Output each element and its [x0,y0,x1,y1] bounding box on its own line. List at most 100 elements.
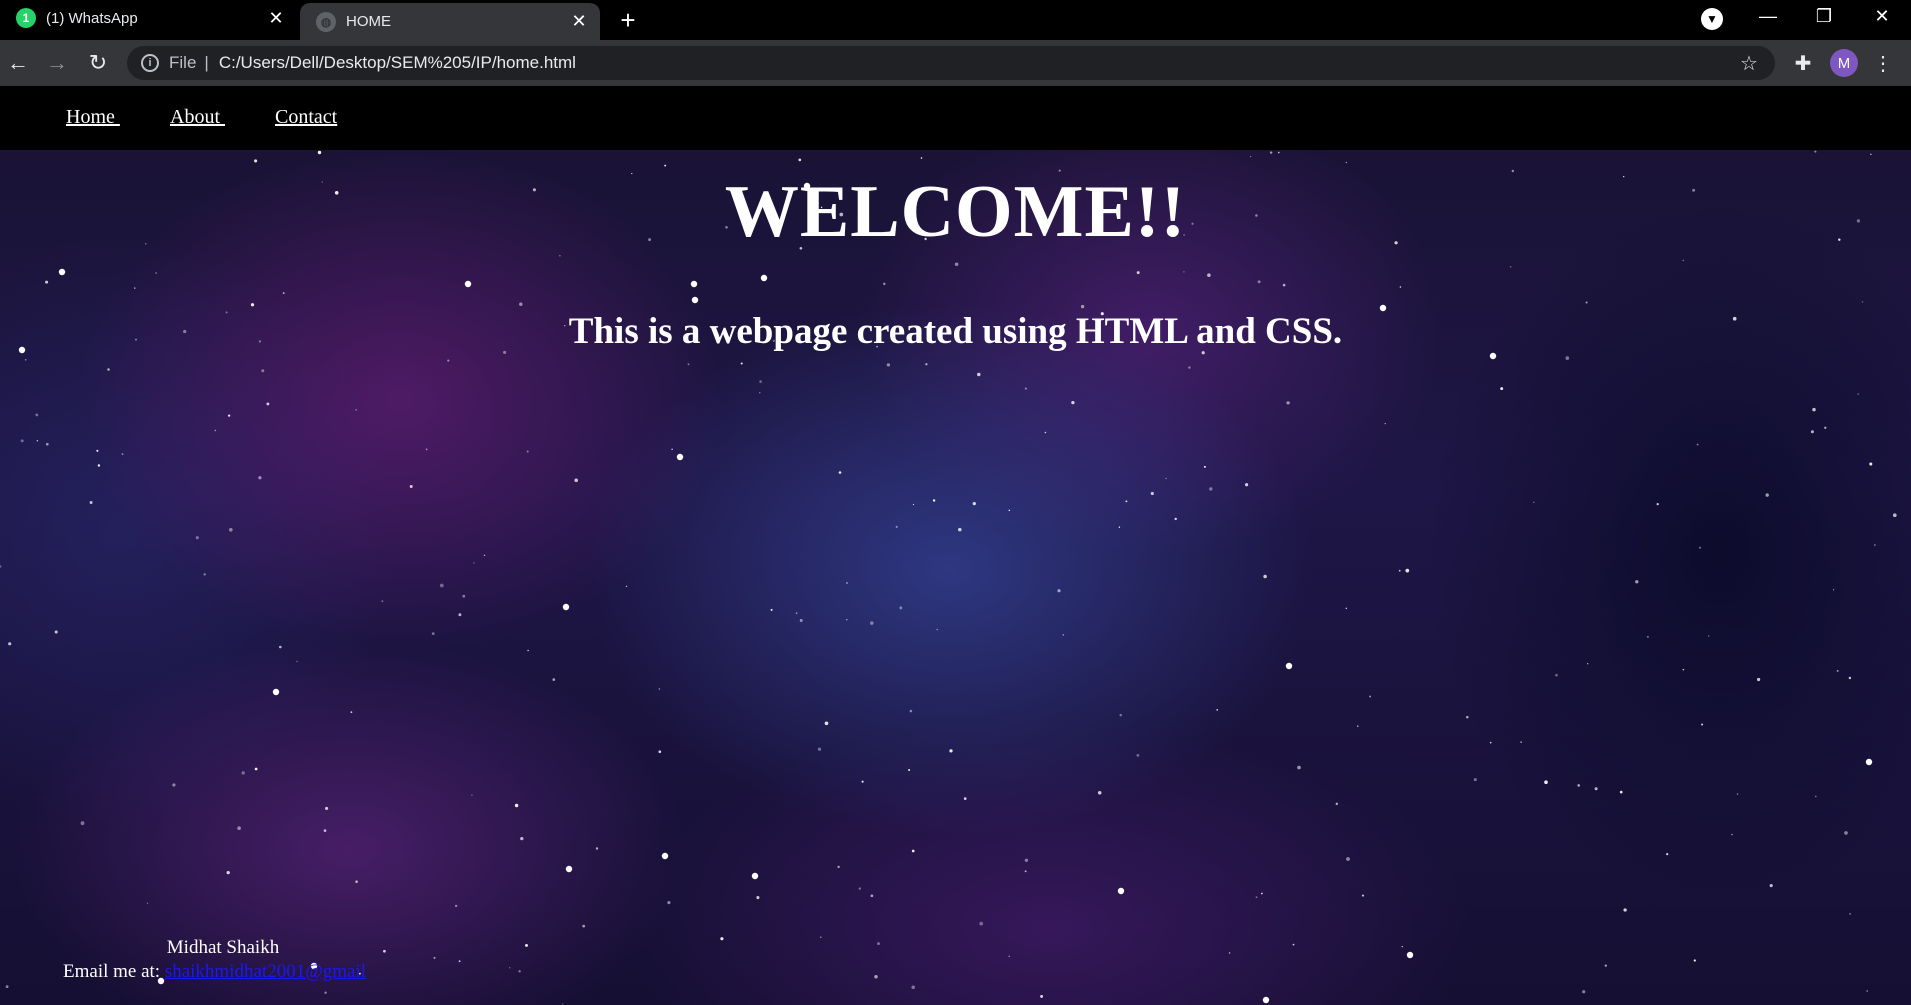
star [740,362,743,365]
star [690,280,698,288]
star [667,901,671,905]
star [237,826,241,830]
close-tab-icon[interactable]: ✕ [566,9,592,35]
browser-toolbar: ← → ↻ i File | C:/Users/Dell/Desktop/SEM… [0,40,1911,86]
star [1489,741,1492,744]
close-tab-icon[interactable]: ✕ [263,5,289,31]
star [1848,676,1852,680]
footer-author-name: Midhat Shaikh [166,937,280,958]
star [1623,908,1627,912]
nav-link-contact[interactable]: Contact [275,106,337,129]
star [24,359,27,361]
browser-menu-icon[interactable]: ⋮ [1870,49,1896,77]
address-bar[interactable]: i File | C:/Users/Dell/Desktop/SEM%205/I… [127,46,1775,80]
reload-icon[interactable]: ↻ [82,47,114,79]
star [1656,503,1659,506]
star [1756,677,1761,682]
star [226,870,230,875]
star [471,794,473,796]
extensions-puzzle-icon[interactable]: ✚ [1790,50,1816,76]
star [258,476,262,480]
star [462,594,466,598]
star [1119,713,1122,717]
star [582,924,586,928]
star [1261,892,1263,895]
star [36,439,39,442]
star [464,280,472,288]
bookmark-star-icon[interactable]: ☆ [1735,51,1763,76]
star [1345,607,1348,610]
star [770,608,773,611]
star [54,630,58,634]
star [324,991,327,994]
star [1666,853,1669,856]
forward-arrow-icon[interactable]: → [41,47,73,79]
minimize-icon[interactable]: — [1740,0,1796,32]
star [671,448,673,450]
profile-avatar[interactable]: M [1830,49,1858,77]
star [439,583,444,588]
star [1405,568,1410,573]
star [1594,787,1598,791]
star [172,783,176,787]
site-navbar: Home About Contact [0,86,1911,150]
star [958,527,962,532]
star [1024,387,1027,390]
star [1857,393,1859,395]
star [447,359,450,362]
star [1769,884,1773,888]
star [519,302,523,306]
star [838,471,842,474]
star [1228,952,1231,954]
footer-email-link[interactable]: shaikhmidhat2001@gmail [165,961,366,982]
star [1489,352,1497,360]
star [146,902,149,905]
star [870,894,874,898]
star [1500,387,1504,391]
star [720,937,724,941]
star [1209,487,1213,491]
star [886,363,891,367]
star [664,164,667,167]
star [97,464,101,467]
star [846,619,848,621]
star [1044,431,1047,434]
star [1245,483,1249,487]
address-separator: | [204,53,209,72]
nav-link-home[interactable]: Home [66,106,120,129]
info-icon[interactable]: i [141,54,159,72]
url-text[interactable]: C:/Users/Dell/Desktop/SEM%205/IP/home.ht… [219,53,1735,73]
new-tab-button[interactable]: + [612,4,644,36]
star [1384,422,1386,425]
nav-link-about[interactable]: About [170,106,225,129]
restore-icon[interactable]: ❐ [1796,0,1852,32]
star [518,970,521,973]
tab-whatsapp[interactable]: 1 (1) WhatsApp ✕ [0,0,297,36]
star [58,268,66,276]
tab-search-icon[interactable]: ▼ [1701,8,1723,30]
star [883,282,886,286]
window-close-icon[interactable]: ✕ [1854,0,1910,32]
tab-title: (1) WhatsApp [46,9,138,27]
star [676,453,684,461]
star [963,797,967,800]
star [45,280,49,284]
star [1257,280,1261,284]
star [870,621,874,625]
star [254,159,258,163]
star [817,747,822,751]
star [1832,589,1835,591]
whatsapp-icon: 1 [16,8,36,28]
star [1509,265,1512,268]
star [562,603,570,611]
star [527,649,529,652]
back-arrow-icon[interactable]: ← [2,47,34,79]
footer-email-line: Email me at: shaikhmidhat2001@gmail [63,961,366,983]
tab-home[interactable]: ◍ HOME ✕ [300,3,600,40]
star [819,936,822,939]
star [909,709,913,713]
star [454,904,458,908]
star [107,368,110,371]
star [1262,996,1270,1004]
star [1836,669,1839,672]
